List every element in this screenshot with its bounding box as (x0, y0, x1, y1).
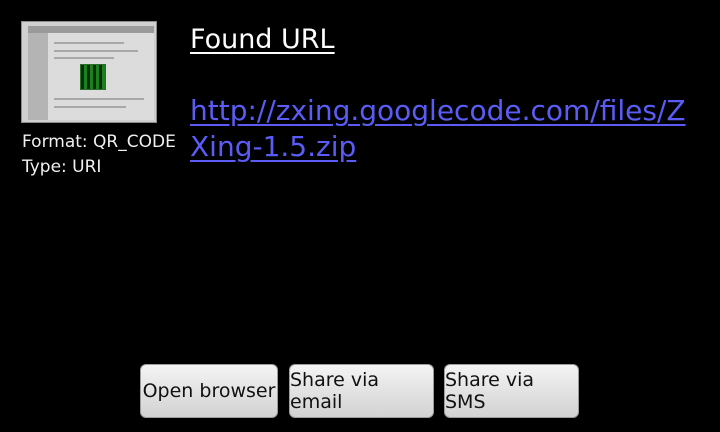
share-via-sms-button[interactable]: Share via SMS (444, 364, 579, 418)
thumbnail-toolbar (28, 26, 154, 33)
thumbnail-text-line (54, 106, 126, 108)
thumbnail-text-line (54, 42, 124, 44)
share-via-email-button[interactable]: Share via email (289, 364, 434, 418)
qr-code-icon (80, 64, 106, 90)
type-label: Type: URI (22, 157, 102, 177)
barcode-thumbnail (21, 21, 157, 123)
result-url-link[interactable]: http://zxing.googlecode.com/files/ZXing-… (190, 93, 690, 165)
format-label: Format: QR_CODE (22, 132, 176, 152)
result-title: Found URL (190, 24, 335, 55)
thumbnail-text-line (54, 50, 138, 52)
open-browser-button[interactable]: Open browser (140, 364, 278, 418)
thumbnail-text-line (54, 98, 144, 100)
thumbnail-screen (28, 26, 154, 120)
thumbnail-text-line (54, 57, 114, 59)
thumbnail-sidebar (28, 33, 48, 120)
